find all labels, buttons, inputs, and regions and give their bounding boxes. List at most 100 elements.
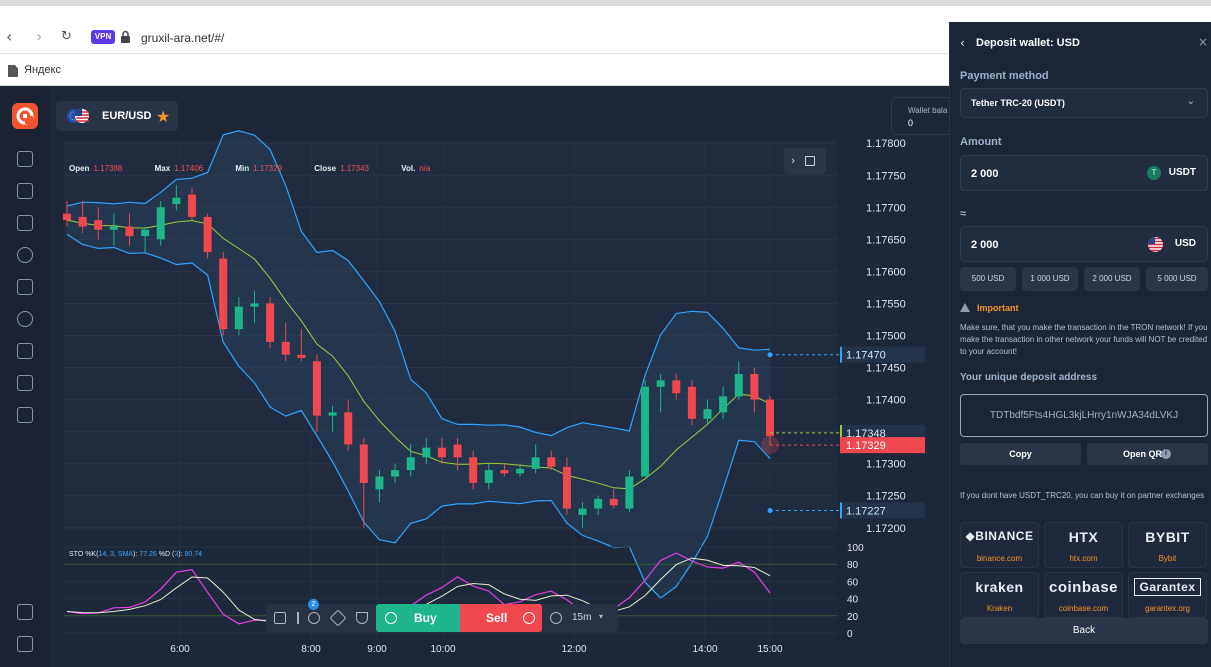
price-tick-label: 1.17400 — [866, 395, 906, 407]
candle-body — [500, 470, 509, 474]
usd-amount-input[interactable]: 2 000 USD — [960, 226, 1208, 262]
pencil-icon[interactable] — [329, 609, 347, 627]
volume-value: n/a — [419, 164, 431, 173]
time-tick-label: 14:00 — [692, 644, 717, 655]
exchange-bybit[interactable]: BYBIT Bybit — [1128, 522, 1207, 568]
amount-input[interactable]: 2 000 T USDT — [960, 155, 1208, 191]
chevron-down-icon: ⌄ — [1186, 96, 1195, 107]
candle-body — [203, 216, 212, 253]
divider — [297, 612, 299, 624]
chart-tools-button[interactable]: › — [784, 148, 826, 174]
back-chevron-icon[interactable]: ‹ — [960, 36, 965, 50]
chevron-down-icon[interactable]: ▾ — [599, 612, 603, 621]
exchange-kraken[interactable]: kraken Kraken — [960, 572, 1039, 618]
price-tick-label: 1.17800 — [866, 138, 906, 150]
stoch-d-value: 80.74 — [184, 551, 203, 558]
preset-2000-button[interactable]: 2 000 USD — [1084, 267, 1140, 291]
candle-body — [219, 258, 228, 330]
time-tick-label: 15:00 — [757, 644, 782, 655]
preset-1000-button[interactable]: 1 000 USD — [1022, 267, 1078, 291]
candle-body — [172, 197, 181, 205]
ohlc-readout: Open 1.17388 Max 1.17406 Min 1.17329 Close 1… — [69, 164, 460, 173]
deposit-address: TDTbdf5Fts4HGL3kjLHrry1nWJA34dLVKJ — [989, 410, 1179, 421]
kraken-logo: kraken — [975, 579, 1024, 595]
candle-body — [547, 457, 556, 467]
min-value: 1.17329 — [253, 164, 283, 173]
copy-button[interactable]: Copy — [960, 443, 1081, 465]
stoch-tick-label: 100 — [847, 543, 864, 554]
magnet-icon[interactable] — [356, 612, 368, 624]
candle-body — [516, 468, 525, 474]
min-label: Min — [235, 164, 250, 173]
back-button[interactable]: Back — [960, 618, 1208, 644]
notification-badge: 2 — [308, 599, 319, 610]
layout-icon — [805, 156, 815, 166]
max-label: Max — [154, 164, 171, 173]
price-chart[interactable]: 1.17800 1.17750 1.17700 1.17650 1.17600 1.175… — [0, 0, 940, 667]
amount-value: 2 000 — [971, 168, 999, 180]
price-tick-label: 1.17600 — [866, 266, 906, 278]
candle-body — [750, 373, 759, 400]
current-price-tag-edge — [840, 437, 842, 454]
candle-body — [656, 380, 665, 387]
candle-body — [125, 226, 134, 237]
approx-value: 2 000 — [971, 239, 999, 251]
time-tick-label: 10:00 — [430, 644, 455, 655]
binance-logo: ◆BINANCE — [965, 529, 1034, 543]
candle-body — [594, 498, 603, 509]
exchange-htx[interactable]: HTX htx.com — [1044, 522, 1123, 568]
coinbase-logo: coinbase — [1048, 579, 1119, 596]
price-tick-label: 1.17550 — [866, 298, 906, 310]
candle-body — [141, 229, 150, 237]
payment-method-select[interactable]: Tether TRC-20 (USDT) ⌄ — [960, 88, 1208, 118]
sell-button[interactable]: Sell — [460, 604, 542, 632]
approx-label: ≈ — [960, 208, 967, 220]
upper-band-price-label: 1.17470 — [846, 350, 886, 362]
candle-body — [766, 399, 774, 437]
candle-body — [109, 226, 118, 230]
candle-body — [344, 412, 353, 445]
candle-body — [437, 447, 446, 458]
time-tick-label: 12:00 — [561, 644, 586, 655]
timeframe-select[interactable]: 15m — [572, 612, 591, 623]
drawing-tools-icon[interactable] — [308, 612, 320, 624]
close-icon[interactable]: × — [1198, 35, 1208, 49]
exchange-garantex[interactable]: Garantex garantex.org — [1128, 572, 1207, 618]
candle-body — [359, 444, 368, 483]
candle-body — [156, 207, 165, 240]
price-tick-label: 1.17700 — [866, 202, 906, 214]
open-qr-button[interactable]: Open QR i — [1087, 443, 1208, 465]
amount-label: Amount — [960, 136, 1002, 148]
price-tick-label: 1.17450 — [866, 363, 906, 375]
candle-body — [406, 457, 415, 471]
htx-link: htx.com — [1069, 554, 1098, 563]
candle-body — [266, 303, 275, 342]
preset-5000-button[interactable]: 5 000 USD — [1146, 267, 1208, 291]
info-icon: i — [1161, 449, 1171, 459]
max-value: 1.17406 — [174, 164, 204, 173]
candle-body — [672, 380, 681, 394]
stoch-k-value: 77.26 — [139, 551, 157, 558]
time-tick-label: 6:00 — [170, 644, 190, 655]
deposit-address-field[interactable]: TDTbdf5Fts4HGL3kjLHrry1nWJA34dLVKJ — [960, 394, 1208, 437]
binance-link: binance.com — [976, 554, 1023, 563]
candle-body — [328, 412, 337, 416]
price-tick-label: 1.17250 — [866, 491, 906, 503]
stochastic-label: STO %K(14, 3, SMA): 77.26 %D (3): 80.74 — [69, 551, 202, 558]
kraken-link: Kraken — [986, 604, 1013, 613]
close-label: Close — [314, 164, 337, 173]
timer-icon[interactable] — [550, 612, 562, 624]
open-value: 1.17388 — [93, 164, 123, 173]
exchange-coinbase[interactable]: coinbase coinbase.com — [1044, 572, 1123, 618]
stoch-prefix: STO %K( — [69, 551, 99, 558]
payment-method-label: Payment method — [960, 70, 1049, 82]
buy-button[interactable]: Buy — [376, 604, 460, 632]
candle-body — [63, 213, 71, 221]
stoch-tick-label: 40 — [847, 595, 859, 606]
preset-500-button[interactable]: 500 USD — [960, 267, 1016, 291]
exchange-binance[interactable]: ◆BINANCE binance.com — [960, 522, 1039, 568]
lower-band-price-tag-edge — [840, 502, 842, 519]
candle-body — [187, 194, 196, 217]
current-price-glow — [761, 436, 779, 455]
indicators-icon[interactable] — [274, 612, 286, 624]
